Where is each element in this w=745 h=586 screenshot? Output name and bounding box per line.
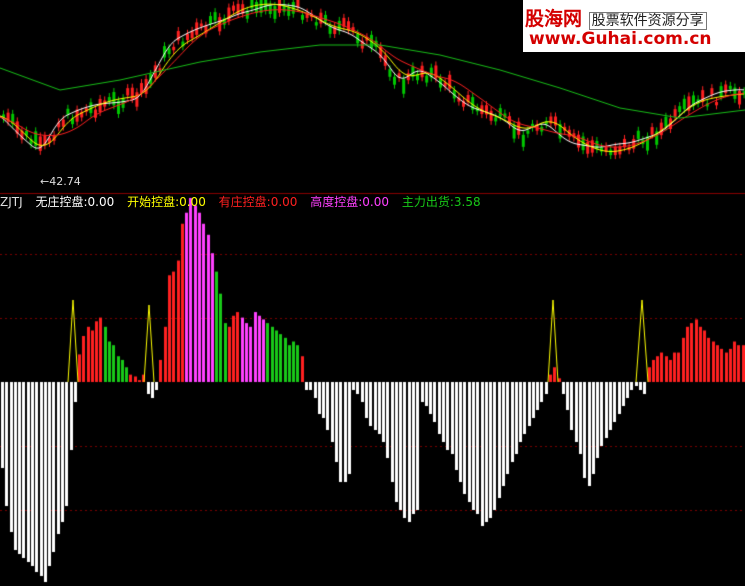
watermark-brand-row: 股海网 股票软件资源分享	[525, 4, 707, 31]
indicator-name: ZJTJ	[0, 195, 23, 209]
legend-item-sell: 主力出货:3.58	[401, 195, 481, 209]
legend-item-start: 开始控盘:0.00	[127, 195, 206, 209]
watermark-url: www.Guhai.com.cn	[529, 29, 712, 49]
legend-item-high: 高度控盘:0.00	[310, 195, 390, 209]
watermark: 股海网 股票软件资源分享 www.Guhai.com.cn	[523, 0, 745, 52]
watermark-tagline: 股票软件资源分享	[588, 12, 707, 30]
price-low-label: ←42.74	[40, 175, 81, 188]
legend-item-none: 无庄控盘:0.00	[35, 195, 115, 209]
stock-chart-canvas	[0, 0, 745, 586]
indicator-legend: ZJTJ 无庄控盘:0.00 开始控盘:0.00 有庄控盘:0.00 高度控盘:…	[0, 194, 490, 211]
legend-item-control: 有庄控盘:0.00	[218, 195, 298, 209]
watermark-brand: 股海网	[525, 8, 583, 30]
